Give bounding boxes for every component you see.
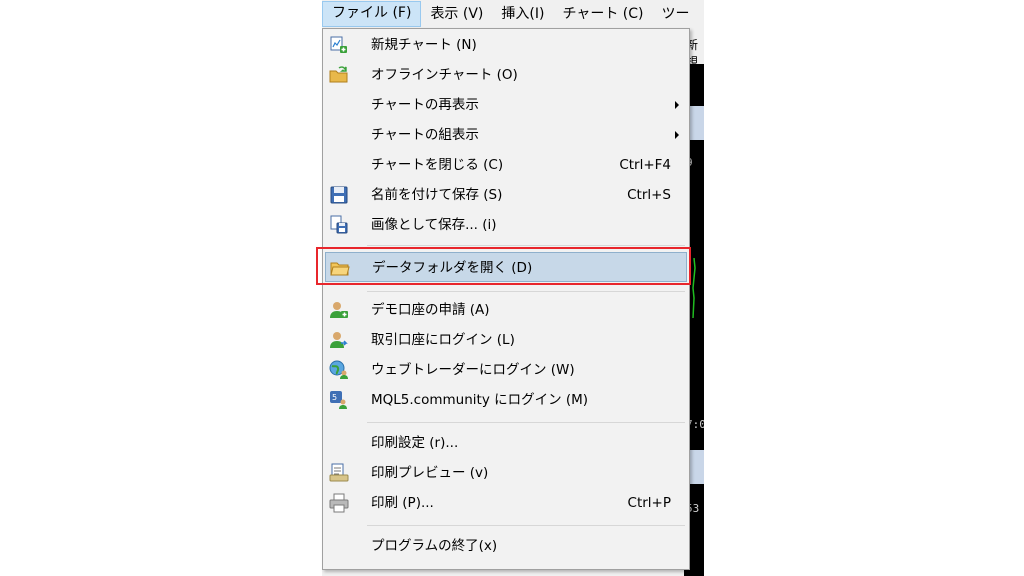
menu-item-label: ウェブトレーダーにログイン (W) [371, 362, 575, 378]
menu-item-label: チャートの再表示 [371, 97, 479, 113]
menu-item-label: デモ口座の申請 (A) [371, 302, 490, 318]
menu-file[interactable]: ファイル (F) [322, 1, 422, 27]
menu-separator [367, 422, 685, 423]
menu-bar: ファイル (F) 表示 (V) 挿入(I) チャート (C) ツー [322, 0, 704, 28]
menu-item-label: 印刷プレビュー (v) [371, 465, 489, 481]
menu-item-label: プログラムの終了(x) [371, 538, 498, 554]
menu-view[interactable]: 表示 (V) [421, 2, 492, 26]
printer-icon [329, 493, 349, 513]
menu-item-chart-set[interactable]: チャートの組表示 [325, 120, 687, 150]
menu-item-label: 画像として保存... (i) [371, 217, 497, 233]
svg-text:5: 5 [332, 393, 337, 402]
menu-item-label: チャートの組表示 [371, 127, 479, 143]
menu-item-label: 新規チャート (N) [371, 37, 477, 53]
menu-tools[interactable]: ツー [652, 2, 698, 26]
folder-icon [330, 258, 350, 278]
new-chart-icon [329, 35, 349, 55]
globe-user-icon [329, 360, 349, 380]
menu-item-print-preview[interactable]: 印刷プレビュー (v) [325, 458, 687, 488]
menu-item-shortcut: Ctrl+S [627, 187, 671, 203]
menu-item-offline-chart[interactable]: オフラインチャート (O) [325, 60, 687, 90]
user-add-icon [329, 300, 349, 320]
menu-item-save-as[interactable]: 名前を付けて保存 (S) Ctrl+S [325, 180, 687, 210]
menu-item-label: 印刷設定 (r)... [371, 435, 459, 451]
menu-separator [367, 245, 685, 246]
menu-item-label: 名前を付けて保存 (S) [371, 187, 503, 203]
save-image-icon [329, 215, 349, 235]
submenu-arrow-icon [675, 131, 679, 139]
menu-chart[interactable]: チャート (C) [553, 2, 652, 26]
menu-item-print-setup[interactable]: 印刷設定 (r)... [325, 428, 687, 458]
print-preview-icon [329, 463, 349, 483]
menu-item-label: MQL5.community にログイン (M) [371, 392, 589, 408]
menu-item-mql5-login[interactable]: 5 MQL5.community にログイン (M) [325, 385, 687, 415]
menu-item-save-as-image[interactable]: 画像として保存... (i) [325, 210, 687, 240]
submenu-arrow-icon [675, 101, 679, 109]
menu-separator [367, 291, 685, 292]
menu-item-close-chart[interactable]: チャートを閉じる (C) Ctrl+F4 [325, 150, 687, 180]
menu-item-print[interactable]: 印刷 (P)... Ctrl+P [325, 488, 687, 518]
menu-insert[interactable]: 挿入(I) [492, 2, 553, 26]
mql5-login-icon: 5 [329, 390, 349, 410]
menu-item-shortcut: Ctrl+F4 [619, 157, 671, 173]
menu-item-demo-account[interactable]: デモ口座の申請 (A) [325, 295, 687, 325]
menu-item-label: 印刷 (P)... [371, 495, 434, 511]
menu-item-shortcut: Ctrl+P [627, 495, 671, 511]
chart-price-line [692, 258, 696, 318]
menu-item-open-data-folder[interactable]: データフォルダを開く (D) [325, 252, 687, 282]
menu-item-label: データフォルダを開く (D) [372, 260, 533, 276]
menu-item-webtrader-login[interactable]: ウェブトレーダーにログイン (W) [325, 355, 687, 385]
menu-item-new-chart[interactable]: 新規チャート (N) [325, 30, 687, 60]
open-folder-icon [329, 65, 349, 85]
user-login-icon [329, 330, 349, 350]
menu-separator [367, 525, 685, 526]
floppy-disk-icon [329, 185, 349, 205]
menu-item-chart-redisplay[interactable]: チャートの再表示 [325, 90, 687, 120]
menu-item-label: オフラインチャート (O) [371, 67, 518, 83]
file-menu-dropdown: 新規チャート (N) オフラインチャート (O) チャートの再表示 チャートの組… [322, 28, 690, 570]
menu-item-label: チャートを閉じる (C) [371, 157, 504, 173]
menu-item-label: 取引口座にログイン (L) [371, 332, 515, 348]
menu-item-exit[interactable]: プログラムの終了(x) [325, 531, 687, 561]
menu-item-trade-login[interactable]: 取引口座にログイン (L) [325, 325, 687, 355]
